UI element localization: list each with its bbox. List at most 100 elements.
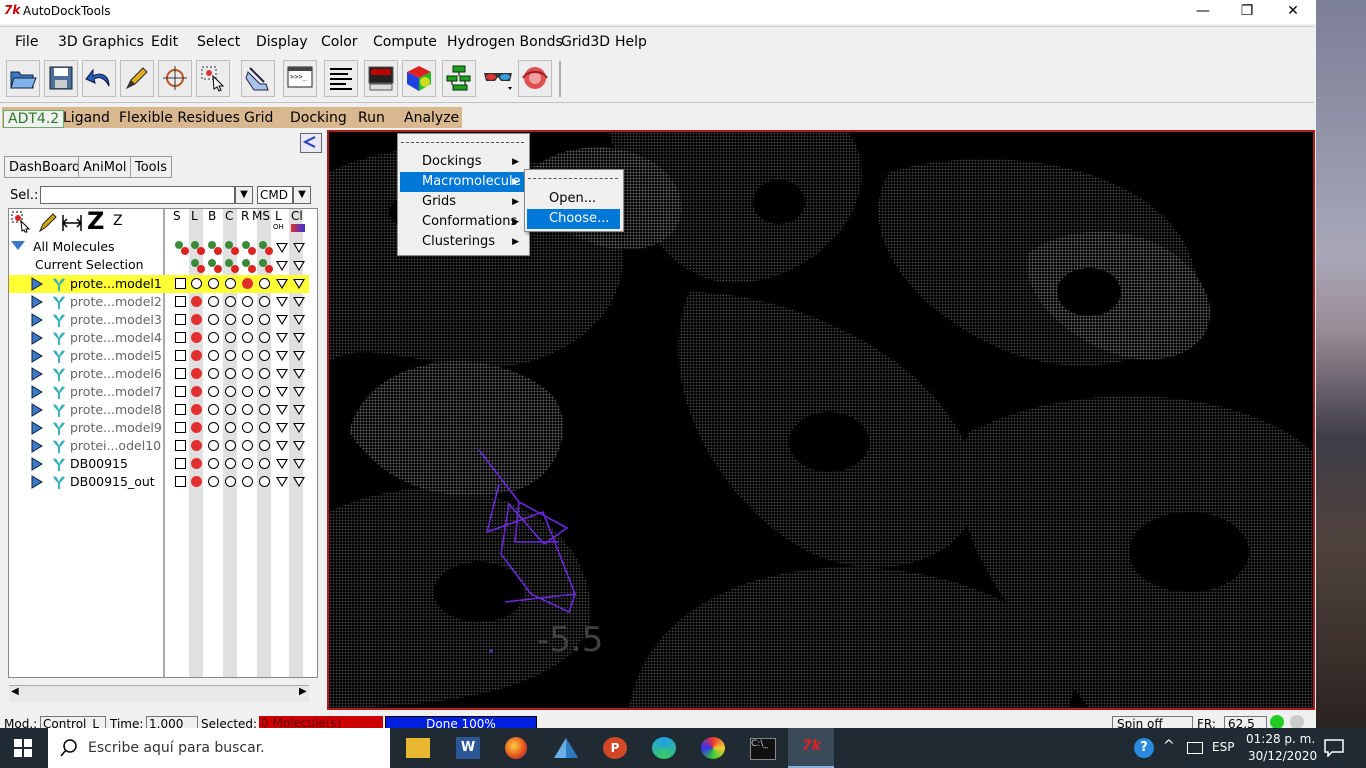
- display-option-dropdown[interactable]: [293, 333, 305, 343]
- column-header-cl[interactable]: Cl: [291, 209, 303, 223]
- expand-triangle-icon[interactable]: [31, 475, 43, 489]
- tab-dashboard[interactable]: DashBoard: [4, 156, 86, 178]
- text-lines-icon[interactable]: [324, 60, 358, 97]
- show-checkbox[interactable]: [175, 278, 186, 289]
- display-toggle[interactable]: [191, 422, 202, 433]
- display-toggle[interactable]: [242, 404, 253, 415]
- tearoff-line[interactable]: [401, 142, 524, 143]
- molecule-row[interactable]: prote...model3: [9, 311, 309, 329]
- flame-icon[interactable]: [518, 60, 552, 97]
- menu-3d-graphics[interactable]: 3D Graphics: [58, 34, 144, 50]
- menu-item-conformations[interactable]: Conformations ▶: [400, 212, 525, 232]
- word-icon[interactable]: W: [456, 737, 480, 759]
- adt-version-tab[interactable]: ADT4.2: [3, 110, 65, 128]
- paint-icon[interactable]: [701, 737, 725, 759]
- indicator-dot[interactable]: [231, 247, 239, 255]
- show-checkbox[interactable]: [175, 350, 186, 361]
- menu-item-open[interactable]: Open...: [527, 189, 620, 209]
- network-icon[interactable]: [442, 60, 476, 97]
- molecule-row[interactable]: prote...model8: [9, 401, 309, 419]
- column-header-r[interactable]: R: [241, 209, 249, 223]
- molecule-row[interactable]: prote...model7: [9, 383, 309, 401]
- display-toggle[interactable]: [259, 458, 270, 469]
- column-header-s[interactable]: S: [173, 209, 181, 223]
- cmd-field[interactable]: CMD: [257, 186, 293, 204]
- edge-icon[interactable]: [652, 737, 676, 759]
- menu-color[interactable]: Color: [321, 34, 358, 50]
- show-checkbox[interactable]: [175, 422, 186, 433]
- display-option-dropdown[interactable]: [276, 333, 288, 343]
- indicator-dot[interactable]: [265, 247, 273, 255]
- cmd-dropdown-button[interactable]: ▼: [293, 186, 311, 204]
- display-toggle[interactable]: [191, 314, 202, 325]
- display-toggle[interactable]: [259, 278, 270, 289]
- column-header-ms[interactable]: MS: [252, 209, 270, 223]
- menu-compute[interactable]: Compute: [373, 34, 437, 50]
- scroll-right-icon[interactable]: ▶: [299, 686, 307, 697]
- scroll-left-icon[interactable]: ◀: [11, 686, 19, 697]
- undo-arrow-icon[interactable]: [82, 60, 116, 97]
- molecule-row[interactable]: DB00915: [9, 455, 309, 473]
- display-option-dropdown[interactable]: [276, 243, 288, 253]
- expand-triangle-icon[interactable]: [31, 331, 43, 345]
- display-option-dropdown[interactable]: [293, 387, 305, 397]
- prism-app-icon[interactable]: [553, 737, 579, 759]
- display-toggle[interactable]: [225, 404, 236, 415]
- display-option-dropdown[interactable]: [293, 243, 305, 253]
- display-toggle[interactable]: [259, 404, 270, 415]
- crosshair-icon[interactable]: [158, 60, 192, 97]
- clock-date[interactable]: 30/12/2020: [1248, 749, 1317, 763]
- command-prompt-icon[interactable]: C:\_: [750, 738, 776, 760]
- display-option-dropdown[interactable]: [293, 315, 305, 325]
- pencil-icon[interactable]: [37, 211, 59, 233]
- display-toggle[interactable]: [242, 386, 253, 397]
- menu-item-macromolecule[interactable]: Macromolecule ▶: [400, 172, 525, 192]
- column-header-l[interactable]: L: [191, 209, 198, 223]
- display-option-dropdown[interactable]: [293, 459, 305, 469]
- time-field[interactable]: 1.000: [146, 716, 198, 728]
- indicator-dot[interactable]: [214, 247, 222, 255]
- zoom-large-icon[interactable]: Z: [87, 207, 104, 235]
- hand-icon[interactable]: [241, 60, 275, 97]
- display-toggle[interactable]: [259, 386, 270, 397]
- molecule-row[interactable]: prote...model9: [9, 419, 309, 437]
- display-toggle[interactable]: [225, 476, 236, 487]
- taskbar-search-box[interactable]: Escribe aquí para buscar.: [48, 728, 390, 768]
- display-toggle[interactable]: [242, 368, 253, 379]
- expand-triangle-icon[interactable]: [31, 349, 43, 363]
- indicator-dot[interactable]: [214, 265, 222, 273]
- menu-grid3d[interactable]: Grid3D: [561, 34, 610, 50]
- adt-menu-grid[interactable]: Grid: [240, 109, 277, 128]
- display-toggle[interactable]: [225, 440, 236, 451]
- display-toggle[interactable]: [242, 440, 253, 451]
- display-toggle[interactable]: [208, 404, 219, 415]
- display-toggle[interactable]: [242, 278, 253, 289]
- horizontal-scrollbar[interactable]: ◀ ▶: [9, 685, 309, 702]
- column-header-b[interactable]: B: [208, 209, 216, 223]
- display-toggle[interactable]: [242, 350, 253, 361]
- select-icon[interactable]: [196, 60, 230, 97]
- show-checkbox[interactable]: [175, 440, 186, 451]
- display-toggle[interactable]: [208, 422, 219, 433]
- collapse-panel-button[interactable]: [300, 133, 322, 153]
- display-toggle[interactable]: [259, 422, 270, 433]
- pencil-icon[interactable]: [120, 60, 154, 97]
- monitor-icon[interactable]: [364, 60, 398, 97]
- open-folder-icon[interactable]: [6, 60, 40, 97]
- display-option-dropdown[interactable]: [293, 423, 305, 433]
- display-option-dropdown[interactable]: [293, 477, 305, 487]
- menu-item-grids[interactable]: Grids ▶: [400, 192, 525, 212]
- expand-triangle-icon[interactable]: [31, 457, 43, 471]
- expand-triangle-icon[interactable]: [31, 277, 43, 291]
- expand-triangle-icon[interactable]: [31, 295, 43, 309]
- display-toggle[interactable]: [208, 350, 219, 361]
- molecule-row[interactable]: DB00915_out: [9, 473, 309, 491]
- display-option-dropdown[interactable]: [293, 297, 305, 307]
- menu-edit[interactable]: Edit: [151, 34, 178, 50]
- tearoff-line[interactable]: [528, 178, 618, 179]
- close-button[interactable]: ✕: [1270, 0, 1316, 24]
- molecule-row[interactable]: prote...model2: [9, 293, 309, 311]
- expand-triangle-icon[interactable]: [31, 421, 43, 435]
- display-toggle[interactable]: [225, 278, 236, 289]
- display-option-dropdown[interactable]: [276, 369, 288, 379]
